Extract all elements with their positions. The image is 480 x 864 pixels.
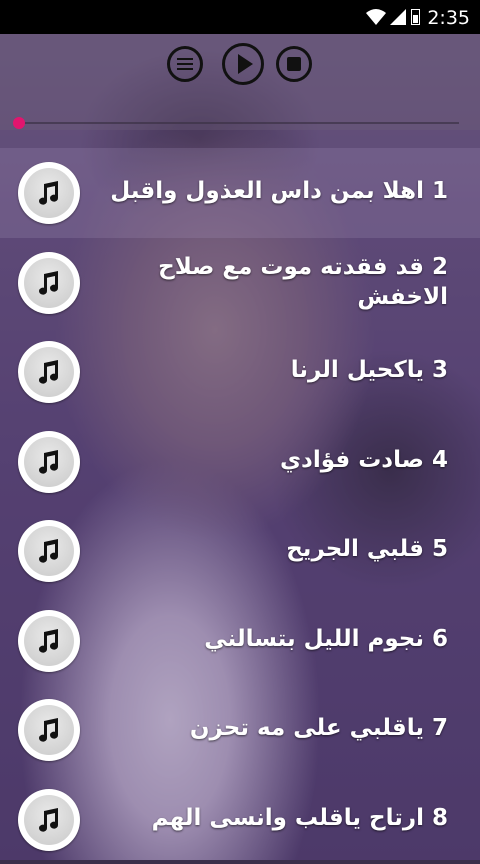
menu-button[interactable] [167, 46, 203, 82]
music-note-icon [18, 431, 80, 493]
list-item[interactable]: 2 قد فقدته موت مع صلاح الاخفش [0, 238, 480, 328]
list-item[interactable]: 3 ياكحيل الرنا [0, 327, 480, 417]
song-title: 7 ياقلبي على مه تحزن [98, 713, 448, 743]
music-note-icon [18, 610, 80, 672]
play-button[interactable] [222, 43, 264, 85]
song-title: 6 نجوم الليل بتسالني [98, 624, 448, 654]
list-item[interactable]: 7 ياقلبي على مه تحزن [0, 685, 480, 775]
music-note-icon [18, 252, 80, 314]
seek-bar[interactable] [19, 122, 459, 124]
stop-button[interactable] [276, 46, 312, 82]
status-time: 2:35 [427, 7, 470, 29]
stop-icon [287, 57, 301, 71]
list-item[interactable]: 5 قلبي الجريح [0, 506, 480, 596]
menu-icon [177, 58, 193, 70]
music-note-icon [18, 162, 80, 224]
list-item[interactable]: 6 نجوم الليل بتسالني [0, 596, 480, 686]
status-bar: 2:35 [0, 0, 480, 34]
list-item[interactable]: 1 اهلا بمن داس العذول واقبل [0, 148, 480, 238]
music-note-icon [18, 789, 80, 851]
song-title: 4 صادت فؤادي [98, 445, 448, 475]
list-item[interactable]: 4 صادت فؤادي [0, 417, 480, 507]
song-title: 1 اهلا بمن داس العذول واقبل [98, 176, 448, 206]
song-list: 1 اهلا بمن داس العذول واقبل 2 قد فقدته م… [0, 148, 480, 864]
wifi-icon [366, 8, 386, 26]
music-note-icon [18, 520, 80, 582]
song-title: 5 قلبي الجريح [98, 534, 448, 564]
music-note-icon [18, 699, 80, 761]
song-title: 2 قد فقدته موت مع صلاح الاخفش [98, 252, 448, 312]
song-title: 3 ياكحيل الرنا [98, 355, 448, 385]
signal-icon [390, 9, 406, 25]
play-icon [238, 54, 253, 74]
music-note-icon [18, 341, 80, 403]
battery-icon [411, 9, 420, 25]
seek-thumb[interactable] [13, 117, 25, 129]
song-title: 8 ارتاح ياقلب وانسى الهم [98, 803, 448, 833]
list-item[interactable]: 8 ارتاح ياقلب وانسى الهم [0, 775, 480, 864]
